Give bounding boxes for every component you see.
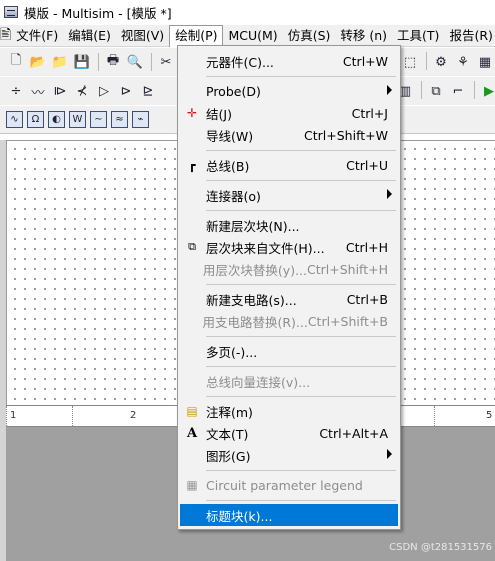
save-icon[interactable]: 💾 [72,52,92,72]
submenu-arrow-icon [387,449,392,459]
wattmeter-icon[interactable]: W [69,111,86,128]
menu-draw[interactable]: 绘制(P) [169,24,224,47]
multisim-app-icon [4,6,18,18]
title-bar: 模版 - Multisim - [模版 *] [0,0,495,24]
menu-item-replace-by-hb[interactable]: 用层次块替换(y)... Ctrl+Shift+H [180,258,398,280]
menu-tools[interactable]: 工具(T) [392,26,444,46]
menu-item-text[interactable]: A 文本(T) Ctrl+Alt+A [180,422,398,444]
text-icon: A [186,425,198,441]
menu-mcu[interactable]: MCU(M) [223,26,282,46]
menu-item-new-subcircuit[interactable]: 新建支电路(s)... Ctrl+B [180,288,398,310]
menu-item-graphics[interactable]: 图形(G) [180,444,398,466]
grapher-icon[interactable]: ∿ [6,111,23,128]
toolbar-separator [426,52,427,70]
hierarchical-block-icon: ⧉ [188,240,196,253]
comment-icon: ▤ [186,404,198,418]
menu-separator [206,210,396,211]
menu-item-circuit-parameter-legend[interactable]: ▦ Circuit parameter legend [180,474,398,496]
menu-separator [206,500,396,501]
document-system-icon[interactable]: 🖹 [0,26,11,46]
menu-view[interactable]: 视图(V) [116,26,169,46]
cut-icon[interactable]: ✂ [156,52,176,72]
legend-icon: ▦ [186,478,198,492]
window-title: 模版 - Multisim - [模版 *] [24,5,172,21]
open-sample-icon[interactable]: 📁 [50,52,70,72]
bus-tool-icon[interactable]: ⌐ [448,81,468,101]
menu-file[interactable]: 文件(F) [11,26,63,46]
analysis-icon[interactable]: ⚘ [453,52,473,72]
submenu-arrow-icon [387,189,392,199]
menu-separator [206,284,396,285]
menu-edit[interactable]: 编辑(E) [63,26,116,46]
menu-item-title-block[interactable]: 标题块(k)... [180,504,398,526]
ruler-tick [434,406,435,428]
junction-icon: ✛ [186,106,198,120]
bus-icon: ┏ [188,158,196,172]
ruler-tick [72,406,73,428]
analog-icon[interactable]: ▷ [94,81,114,101]
menu-separator [206,180,396,181]
print-icon[interactable]: 🖶 [103,52,123,72]
run-simulation-icon[interactable]: ▶ [479,81,495,101]
menu-item-bus[interactable]: ┏ 总线(B) Ctrl+U [180,154,398,176]
database-icon[interactable]: ⚙ [431,52,451,72]
four-channel-scope-icon[interactable]: ≈ [111,111,128,128]
menu-item-multi-page[interactable]: 多页(-)... [180,340,398,362]
postprocessor-icon[interactable]: ▦ [475,52,495,72]
multimeter-icon[interactable]: Ω [27,111,44,128]
menu-item-junction[interactable]: ✛ 结(J) Ctrl+J [180,102,398,124]
basic-icon[interactable]: 〰 [28,81,48,101]
menu-item-new-hierarchical-block[interactable]: 新建层次块(N)... [180,214,398,236]
print-preview-icon[interactable]: 🔍 [125,52,145,72]
toolbar-separator [151,53,152,71]
watermark: CSDN @t281531576 [389,542,492,553]
menu-item-replace-by-subcircuit[interactable]: 用支电路替换(R)... Ctrl+Shift+B [180,310,398,332]
menu-item-bus-vector-connect[interactable]: 总线向量连接(v)... [180,370,398,392]
menu-item-hb-from-file[interactable]: ⧉ 层次块来自文件(H)... Ctrl+H [180,236,398,258]
transistor-icon[interactable]: ⊀ [72,81,92,101]
submenu-arrow-icon [387,85,392,95]
menu-bar: 🖹 文件(F) 编辑(E) 视图(V) 绘制(P) MCU(M) 仿真(S) 转… [0,24,495,47]
toolbar-separator [98,53,99,71]
function-generator-icon[interactable]: ◐ [48,111,65,128]
new-file-icon[interactable]: 🗋 [6,52,26,72]
ruler-label-2: 2 [130,410,137,421]
menu-simulate[interactable]: 仿真(S) [283,26,336,46]
oscilloscope-icon[interactable]: ∼ [90,111,107,128]
menu-item-comment[interactable]: ▤ 注释(m) [180,400,398,422]
menu-item-component[interactable]: 元器件(C)... Ctrl+W [180,50,398,72]
menu-item-wire[interactable]: 导线(W) Ctrl+Shift+W [180,124,398,146]
diode-icon[interactable]: ⧐ [50,81,70,101]
ttl-icon[interactable]: ⊳ [116,81,136,101]
bode-plotter-icon[interactable]: ⌁ [132,111,149,128]
component-tool-icon[interactable]: ⬚ [400,52,420,72]
menu-separator [206,150,396,151]
source-icon[interactable]: ÷ [6,81,26,101]
hierarchy-icon[interactable]: ⧉ [426,81,446,101]
menu-item-probe[interactable]: Probe(D) [180,80,398,102]
draw-menu-dropdown: 元器件(C)... Ctrl+W Probe(D) ✛ 结(J) Ctrl+J … [177,45,401,530]
ruler-label-1: 1 [10,410,17,421]
menu-separator [206,396,396,397]
cmos-icon[interactable]: ⊵ [138,81,158,101]
menu-separator [206,470,396,471]
toolbar-separator [474,81,475,99]
menu-reports[interactable]: 报告(R) [444,26,495,46]
open-folder-icon[interactable]: 📂 [28,52,48,72]
menu-separator [206,76,396,77]
ruler-label-5: 5 [486,410,493,421]
menu-item-connector[interactable]: 连接器(o) [180,184,398,206]
menu-separator [206,336,396,337]
menu-separator [206,366,396,367]
toolbar-separator [421,81,422,99]
ruler-tick [6,406,7,428]
menu-transfer[interactable]: 转移 (n) [335,26,392,46]
